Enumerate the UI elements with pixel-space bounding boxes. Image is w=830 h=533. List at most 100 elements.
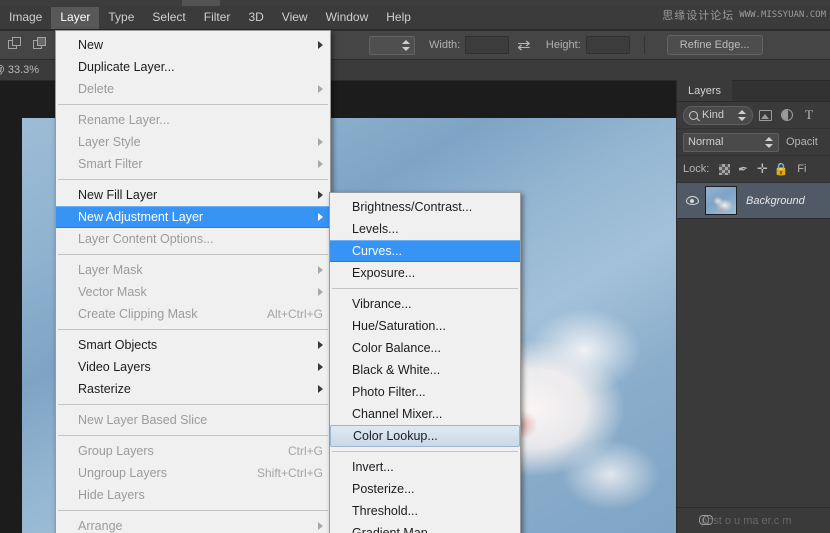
menu-item-new[interactable]: New	[56, 34, 330, 56]
menu-help[interactable]: Help	[377, 7, 420, 29]
menu-item-color-lookup[interactable]: Color Lookup...	[330, 425, 520, 447]
blend-mode-dropdown[interactable]: Normal	[683, 132, 779, 152]
refine-edge-button[interactable]: Refine Edge...	[666, 35, 763, 55]
menu-item-rename-layer: Rename Layer...	[56, 109, 330, 131]
menu-item-posterize[interactable]: Posterize...	[330, 478, 520, 500]
layers-panel-tab-row: Layers	[677, 80, 830, 102]
submenu-arrow-icon	[318, 522, 323, 530]
menu-item-color-balance[interactable]: Color Balance...	[330, 337, 520, 359]
menu-item-arrange: Arrange	[56, 515, 330, 533]
layer-dropdown-menu[interactable]: New Duplicate Layer... Delete Rename Layer.…	[55, 30, 331, 533]
menu-item-invert[interactable]: Invert...	[330, 456, 520, 478]
menu-item-video-layers[interactable]: Video Layers	[56, 356, 330, 378]
menu-item-photo-filter[interactable]: Photo Filter...	[330, 381, 520, 403]
lock-position-move-icon[interactable]: ✛	[753, 161, 771, 177]
submenu-arrow-icon	[318, 41, 323, 49]
lock-image-brush-icon[interactable]: ✒	[734, 161, 752, 177]
menu-item-threshold[interactable]: Threshold...	[330, 500, 520, 522]
tab-layers[interactable]: Layers	[677, 80, 733, 101]
menu-3d[interactable]: 3D	[239, 7, 272, 29]
menu-item-hue-saturation[interactable]: Hue/Saturation...	[330, 315, 520, 337]
menu-item-label: Vibrance...	[352, 297, 412, 311]
blend-stepper-icon[interactable]	[765, 136, 774, 149]
menu-item-vector-mask: Vector Mask	[56, 281, 330, 303]
options-divider-2	[643, 36, 645, 54]
menu-item-ungroup-layers: Ungroup Layers Shift+Ctrl+G	[56, 462, 330, 484]
swap-arrows-icon[interactable]: ⇄	[517, 37, 530, 54]
menu-item-label: Color Lookup...	[353, 429, 438, 443]
submenu-arrow-icon	[318, 363, 323, 371]
submenu-arrow-icon	[318, 85, 323, 93]
menu-layer[interactable]: Layer	[51, 6, 100, 29]
menu-item-label: Rename Layer...	[78, 113, 170, 127]
menu-item-shortcut: Ctrl+G	[287, 444, 323, 458]
menu-item-shortcut: Shift+Ctrl+G	[256, 466, 323, 480]
blend-mode-value: Normal	[688, 136, 724, 148]
lock-transparency-icon[interactable]	[715, 161, 733, 177]
menu-item-label: Layer Style	[78, 135, 141, 149]
menu-item-levels[interactable]: Levels...	[330, 218, 520, 240]
menu-window[interactable]: Window	[317, 7, 378, 29]
menu-item-label: Create Clipping Mask	[78, 307, 198, 321]
menu-item-label: Brightness/Contrast...	[352, 200, 473, 214]
filter-kind-dropdown[interactable]: Kind	[683, 105, 753, 125]
submenu-arrow-icon	[318, 266, 323, 274]
menu-item-vibrance[interactable]: Vibrance...	[330, 293, 520, 315]
menu-type[interactable]: Type	[99, 7, 143, 29]
blend-mode-row: Normal Opacit	[677, 129, 830, 156]
menu-item-delete: Delete	[56, 78, 330, 100]
filter-pixel-icon[interactable]	[755, 106, 775, 124]
menu-select[interactable]: Select	[143, 7, 194, 29]
menu-item-smart-objects[interactable]: Smart Objects	[56, 334, 330, 356]
eye-visibility-icon[interactable]	[682, 196, 702, 205]
menu-item-label: Video Layers	[78, 360, 151, 374]
footer-watermark: post o u ma er.c m	[701, 514, 792, 527]
new-selection-icon[interactable]	[7, 36, 25, 54]
width-label: Width:	[429, 39, 461, 51]
kind-stepper-icon[interactable]	[738, 109, 747, 122]
add-to-selection-icon[interactable]	[32, 36, 50, 54]
menu-view[interactable]: View	[273, 7, 317, 29]
menu-item-hide-layers: Hide Layers	[56, 484, 330, 506]
new-adjustment-layer-submenu[interactable]: Brightness/Contrast... Levels... Curves...…	[329, 192, 521, 533]
layer-name-label[interactable]: Background	[746, 195, 805, 207]
height-input[interactable]	[585, 36, 630, 54]
menu-item-brightness-contrast[interactable]: Brightness/Contrast...	[330, 196, 520, 218]
width-input[interactable]	[465, 36, 510, 54]
layer-row-background[interactable]: Background	[677, 183, 830, 219]
menu-item-new-fill-layer[interactable]: New Fill Layer	[56, 184, 330, 206]
style-dropdown[interactable]	[369, 35, 415, 55]
menu-item-label: Hide Layers	[78, 488, 145, 502]
filter-type-icon[interactable]: T	[799, 106, 819, 124]
filter-adjustment-icon[interactable]	[777, 106, 797, 124]
menu-item-label: Gradient Map...	[352, 526, 439, 533]
menu-bar: Image Layer Type Select Filter 3D View Window He…	[0, 6, 830, 30]
menu-separator	[58, 404, 328, 405]
document-tab-title[interactable]: G @ 33.3%	[0, 64, 39, 76]
menu-item-exposure[interactable]: Exposure...	[330, 262, 520, 284]
style-stepper-icon[interactable]	[402, 39, 411, 52]
menu-item-label: Black & White...	[352, 363, 441, 377]
menu-item-rasterize[interactable]: Rasterize	[56, 378, 330, 400]
lock-all-padlock-icon[interactable]: 🔒	[772, 161, 790, 177]
menu-filter[interactable]: Filter	[195, 7, 240, 29]
menu-item-curves[interactable]: Curves...	[330, 240, 520, 262]
layers-filter-row: Kind T	[677, 102, 830, 129]
menu-item-new-adjustment-layer[interactable]: New Adjustment Layer	[56, 206, 330, 228]
submenu-arrow-icon	[318, 213, 323, 221]
menu-item-label: Smart Objects	[78, 338, 158, 352]
menu-item-gradient-map[interactable]: Gradient Map...	[330, 522, 520, 533]
layer-thumbnail	[705, 186, 737, 215]
menu-separator	[58, 510, 328, 511]
layers-panel: Layers Kind T Normal Opacit Lock: ✒ ✛ 🔒 …	[676, 80, 830, 533]
menu-item-layer-content-options: Layer Content Options...	[56, 228, 330, 250]
menu-item-duplicate-layer[interactable]: Duplicate Layer...	[56, 56, 330, 78]
menu-image[interactable]: Image	[0, 7, 51, 29]
menu-item-channel-mixer[interactable]: Channel Mixer...	[330, 403, 520, 425]
menu-item-label: Color Balance...	[352, 341, 441, 355]
menu-item-label: Photo Filter...	[352, 385, 426, 399]
menu-item-black-white[interactable]: Black & White...	[330, 359, 520, 381]
menu-separator	[58, 254, 328, 255]
layers-panel-footer: post o u ma er.c m	[677, 507, 830, 533]
menu-item-smart-filter: Smart Filter	[56, 153, 330, 175]
